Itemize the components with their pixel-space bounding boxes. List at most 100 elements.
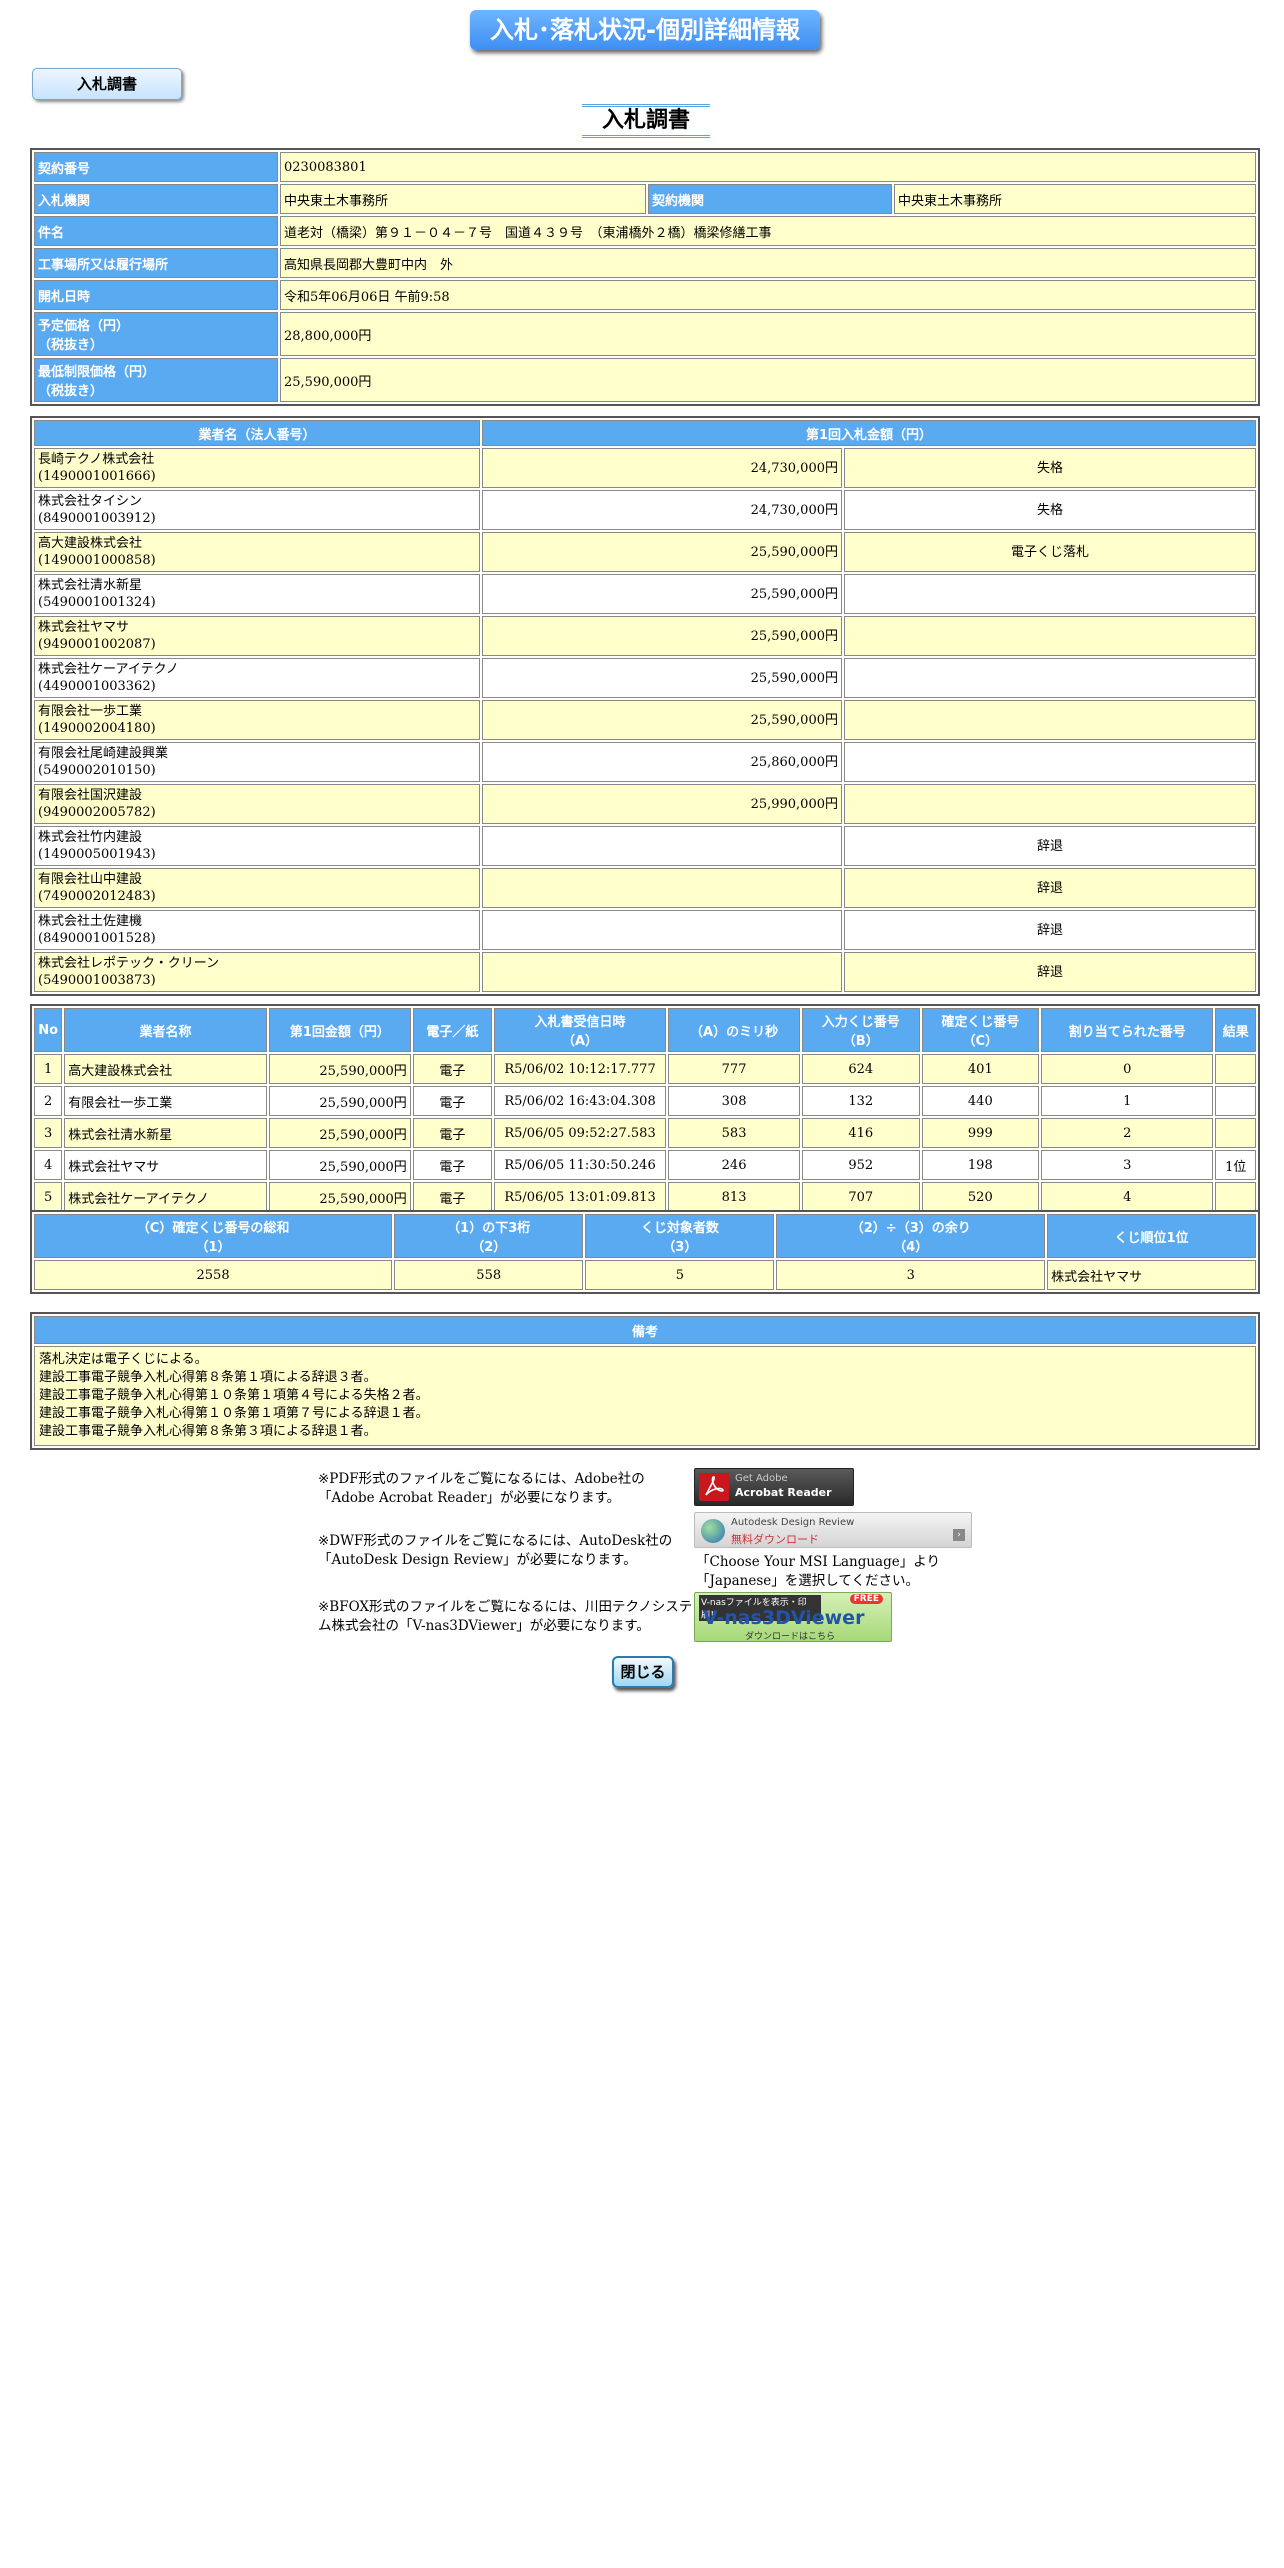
bidder-corporate-number: (4490001003362) <box>38 679 156 694</box>
lottery-row: 5 株式会社ケーアイテクノ 25,590,000円 電子 R5/06/05 13:01:… <box>34 1182 1256 1212</box>
bid-amount-cell: 24,730,000円 <box>482 490 842 530</box>
lottery-header-cell: 入力くじ番号 （B） <box>801 1008 920 1052</box>
bid-row: 株式会社竹内建設 (1490005001943) 辞退 <box>34 826 1256 866</box>
remarks-header: 備考 <box>34 1316 1256 1344</box>
lottery-cell: 440 <box>921 1086 1040 1116</box>
bid-amount-cell: 25,590,000円 <box>482 700 842 740</box>
lottery-cell: R5/06/05 11:30:50.246 <box>493 1150 667 1180</box>
lottery-cell: 583 <box>668 1118 800 1148</box>
bid-result-cell <box>844 574 1256 614</box>
lottery-cell: 1 <box>34 1054 63 1084</box>
first-bid-amount-header: 第1回入札金額（円） <box>482 420 1256 446</box>
lottery-cell: 132 <box>801 1086 920 1116</box>
contract-org-label: 契約機関 <box>648 184 892 214</box>
lottery-row: 1 高大建設株式会社 25,590,000円 電子 R5/06/02 10:12:17.… <box>34 1054 1256 1084</box>
lottery-cell <box>1215 1118 1256 1148</box>
bidder-corporate-number: (1490005001943) <box>38 847 156 862</box>
bidder-name-cell: 有限会社一歩工業 (1490002004180) <box>34 700 480 740</box>
bidder-name: 株式会社ケーアイテクノ <box>38 662 179 677</box>
bid-result-cell <box>844 784 1256 824</box>
page-title: 入札･落札状況-個別詳細情報 <box>470 10 820 50</box>
bid-result-cell <box>844 742 1256 782</box>
bid-results-panel: 業者名（法人番号） 第1回入札金額（円） 長崎テクノ株式会社 (149000100… <box>30 416 1260 996</box>
bid-row: 株式会社レポテック・クリーン (5490001003873) 辞退 <box>34 952 1256 992</box>
arrow-right-icon: › <box>953 1529 965 1541</box>
remark-line: 建設工事電子競争入札心得第８条第３項による辞退１者。 <box>39 1424 377 1439</box>
lottery-cell: 813 <box>668 1182 800 1212</box>
get-adobe-reader-link[interactable]: Get Adobe Acrobat Reader <box>694 1468 854 1506</box>
bid-result-cell: 辞退 <box>844 868 1256 908</box>
dwf-note: ※DWF形式のファイルをご覧になるには、AutoDesk社の「AutoDesk … <box>318 1533 673 1568</box>
summary-value-cell: 558 <box>394 1260 584 1290</box>
bidder-name: 株式会社竹内建設 <box>38 830 143 845</box>
bid-amount-cell: 25,590,000円 <box>482 616 842 656</box>
lottery-cell: 1 <box>1041 1086 1214 1116</box>
remark-line: 建設工事電子競争入札心得第１０条第１項第７号による辞退１者。 <box>39 1406 429 1421</box>
autodesk-download-link[interactable]: Autodesk Design Review 無料ダウンロード › <box>694 1512 972 1548</box>
bid-row: 有限会社山中建設 (7490002012483) 辞退 <box>34 868 1256 908</box>
location-value: 高知県長岡郡大豊町中内 外 <box>280 248 1256 278</box>
lottery-cell: 株式会社ヤマサ <box>64 1150 267 1180</box>
lottery-cell: 25,590,000円 <box>268 1182 411 1212</box>
lottery-cell: 952 <box>801 1150 920 1180</box>
bid-row: 株式会社タイシン (8490001003912) 24,730,000円 失格 <box>34 490 1256 530</box>
lottery-cell: 707 <box>801 1182 920 1212</box>
lottery-cell: 電子 <box>412 1118 492 1148</box>
lottery-cell: 416 <box>801 1118 920 1148</box>
lottery-cell: 777 <box>668 1054 800 1084</box>
subject-value: 道老対（橋梁）第９１－０４－７号 国道４３９号 （東浦橋外２橋）橋梁修繕工事 <box>280 216 1256 246</box>
bidder-name: 株式会社ヤマサ <box>38 620 130 635</box>
bidder-name-cell: 有限会社山中建設 (7490002012483) <box>34 868 480 908</box>
bidder-name-cell: 有限会社尾崎建設興業 (5490002010150) <box>34 742 480 782</box>
summary-value-cell: 3 <box>776 1260 1046 1290</box>
bid-amount-cell <box>482 910 842 950</box>
bidder-name: 株式会社土佐建機 <box>38 914 143 929</box>
bid-result-cell: 電子くじ落札 <box>844 532 1256 572</box>
lottery-cell: 2 <box>1041 1118 1214 1148</box>
bid-amount-cell: 25,590,000円 <box>482 658 842 698</box>
bid-amount-cell: 25,590,000円 <box>482 574 842 614</box>
lottery-cell: 246 <box>668 1150 800 1180</box>
lottery-cell: R5/06/05 13:01:09.813 <box>493 1182 667 1212</box>
lottery-cell: 2 <box>34 1086 63 1116</box>
planned-price-value: 28,800,000円 <box>280 312 1256 356</box>
vnas3dviewer-download-link[interactable]: V-nasファイルを表示・印刷！ FREE V-nas3DViewer ダウンロ… <box>694 1592 892 1642</box>
bidder-corporate-number: (5490002010150) <box>38 763 156 778</box>
bid-result-cell: 辞退 <box>844 826 1256 866</box>
lottery-cell: 25,590,000円 <box>268 1086 411 1116</box>
acrobat-icon <box>699 1473 729 1501</box>
bidder-corporate-number: (8490001003912) <box>38 511 156 526</box>
tab-bid-report[interactable]: 入札調書 <box>32 68 182 100</box>
adobe-badge-line1: Get Adobe <box>735 1473 788 1484</box>
bidder-name-cell: 高大建設株式会社 (1490001000858) <box>34 532 480 572</box>
bid-row: 有限会社尾崎建設興業 (5490002010150) 25,860,000円 <box>34 742 1256 782</box>
min-price-label: 最低制限価格（円） （税抜き） <box>34 358 278 402</box>
lottery-cell: R5/06/02 10:12:17.777 <box>493 1054 667 1084</box>
bid-result-cell <box>844 616 1256 656</box>
bidder-name-cell: 有限会社国沢建設 (9490002005782) <box>34 784 480 824</box>
lottery-cell: 0 <box>1041 1054 1214 1084</box>
lottery-cell: 3 <box>1041 1150 1214 1180</box>
bid-org-value: 中央東土木事務所 <box>280 184 646 214</box>
summary-header-cell: くじ対象者数 （3） <box>585 1214 775 1258</box>
lottery-table: No 業者名称 第1回金額（円） 電子／紙 入札書受信日時 （A） （A）のミリ秒 入力くじ… <box>32 1006 1258 1214</box>
contract-no-label: 契約番号 <box>34 152 278 182</box>
contract-info-table: 契約番号 0230083801 入札機関 中央東土木事務所 契約機関 中央東土木… <box>32 150 1258 404</box>
bid-row: 株式会社土佐建機 (8490001001528) 辞退 <box>34 910 1256 950</box>
bidder-name: 長崎テクノ株式会社 <box>38 452 155 467</box>
bfox-note: ※BFOX形式のファイルをご覧になるには、川田テクノシステム株式会社の「V-na… <box>318 1599 693 1634</box>
remark-line: 建設工事電子競争入札心得第８条第１項による辞退３者。 <box>39 1370 377 1385</box>
msi-language-note: 「Choose Your MSI Language」より「Japanese」を選… <box>696 1554 940 1589</box>
location-label: 工事場所又は履行場所 <box>34 248 278 278</box>
close-button[interactable]: 閉じる <box>612 1656 674 1688</box>
min-price-value: 25,590,000円 <box>280 358 1256 402</box>
lottery-header-cell: 割り当てられた番号 <box>1041 1008 1214 1052</box>
bidder-name-cell: 株式会社ヤマサ (9490001002087) <box>34 616 480 656</box>
remark-line: 落札決定は電子くじによる。 <box>39 1352 208 1367</box>
bid-amount-cell: 25,860,000円 <box>482 742 842 782</box>
bidder-name: 株式会社レポテック・クリーン <box>38 956 220 971</box>
bidder-corporate-number: (8490001001528) <box>38 931 156 946</box>
document-title: 入札調書 <box>582 104 710 138</box>
bid-row: 株式会社ケーアイテクノ (4490001003362) 25,590,000円 <box>34 658 1256 698</box>
bid-amount-cell: 25,990,000円 <box>482 784 842 824</box>
